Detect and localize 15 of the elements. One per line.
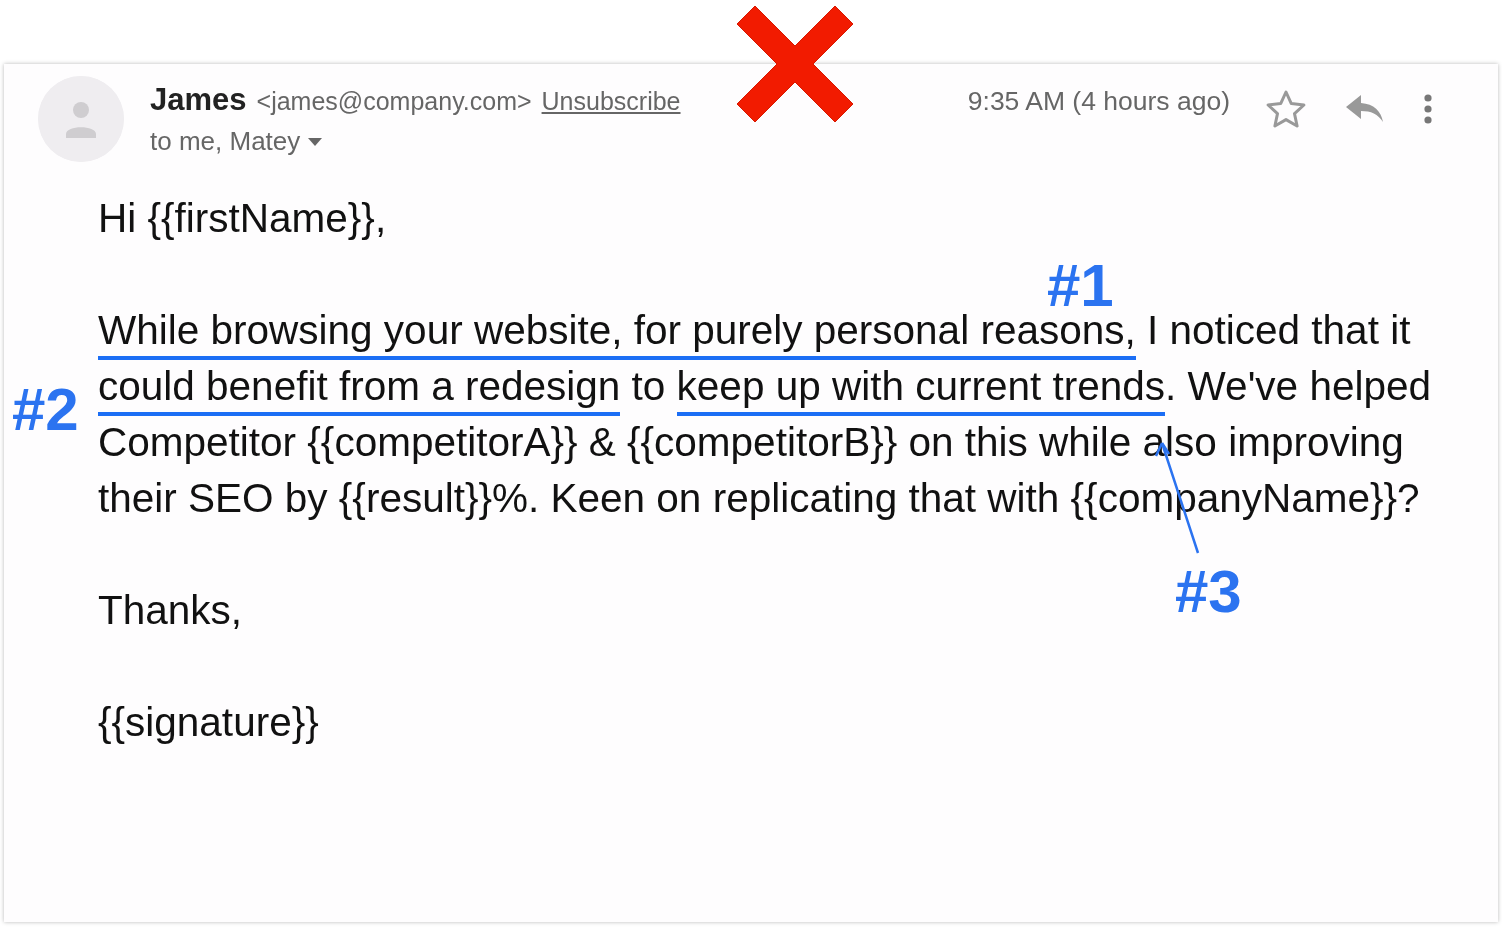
annotation-label: #1 bbox=[1047, 256, 1114, 316]
more-button[interactable] bbox=[1424, 94, 1432, 124]
greeting-text: Hi {{firstName}}, bbox=[98, 194, 387, 243]
signature-text: {{signature}} bbox=[98, 698, 319, 747]
unsubscribe-link[interactable]: Unsubscribe bbox=[541, 87, 681, 116]
annotation-label: #2 bbox=[12, 380, 79, 440]
sender-email: <james@company.com> bbox=[256, 87, 532, 116]
reply-button[interactable] bbox=[1346, 95, 1384, 123]
timestamp: 9:35 AM (4 hours ago) bbox=[967, 85, 1230, 117]
caret-icon[interactable] bbox=[308, 137, 323, 146]
annotation-label: #3 bbox=[1175, 562, 1242, 622]
sender-name: James bbox=[150, 82, 247, 118]
closing-text: Thanks, bbox=[98, 586, 243, 635]
recipients-text: to me, Matey bbox=[150, 126, 301, 157]
star-button[interactable] bbox=[1266, 90, 1306, 128]
